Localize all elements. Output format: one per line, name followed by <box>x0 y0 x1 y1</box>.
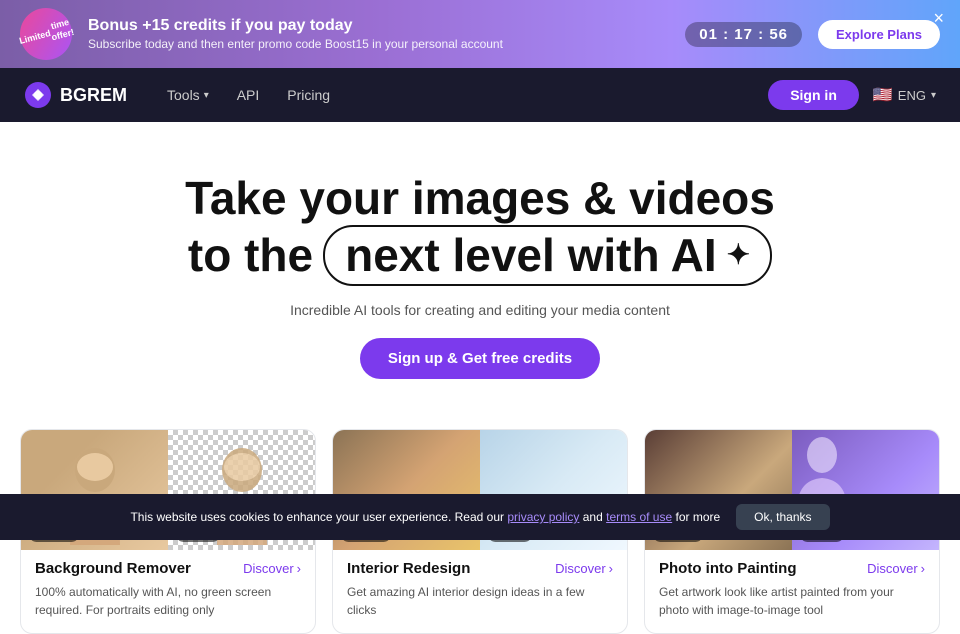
chevron-right-icon: › <box>609 561 613 576</box>
nav-tools[interactable]: Tools ▾ <box>155 81 221 109</box>
banner-close-button[interactable]: × <box>933 8 944 29</box>
cookie-accept-button[interactable]: Ok, thanks <box>736 504 829 530</box>
hero-highlight-box: next level with AI ✦ <box>323 225 772 286</box>
card-body: Background Remover Discover › 100% autom… <box>21 550 315 633</box>
hero-line2: to the next level with AI ✦ <box>20 225 940 286</box>
chevron-right-icon: › <box>921 561 925 576</box>
card-title: Photo into Painting <box>659 560 796 577</box>
signin-button[interactable]: Sign in <box>768 80 859 110</box>
card-body: Photo into Painting Discover › Get artwo… <box>645 550 939 633</box>
nav-links: Tools ▾ API Pricing <box>155 81 342 109</box>
card-title: Interior Redesign <box>347 560 470 577</box>
flag-icon: 🇺🇸 <box>873 85 893 105</box>
signup-button[interactable]: Sign up & Get free credits <box>360 338 600 379</box>
cookie-text: This website uses cookies to enhance you… <box>130 510 720 524</box>
card-title: Background Remover <box>35 560 191 577</box>
nav-api[interactable]: API <box>225 81 272 109</box>
hero-section: Take your images & videos to the next le… <box>0 122 960 409</box>
discover-link[interactable]: Discover › <box>243 561 301 576</box>
logo[interactable]: BGREM <box>24 81 127 109</box>
card-description: 100% automatically with AI, no green scr… <box>35 583 301 619</box>
card-description: Get amazing AI interior design ideas in … <box>347 583 613 619</box>
lang-chevron-icon: ▾ <box>931 90 936 101</box>
card-body: Interior Redesign Discover › Get amazing… <box>333 550 627 633</box>
banner-text-block: Bonus +15 credits if you pay today Subsc… <box>88 17 669 51</box>
banner-subtitle: Subscribe today and then enter promo cod… <box>88 37 669 51</box>
countdown-timer: 01 : 17 : 56 <box>685 22 802 47</box>
chevron-right-icon: › <box>297 561 301 576</box>
banner-title: Bonus +15 credits if you pay today <box>88 17 669 35</box>
ai-sparkle-icon: ✦ <box>727 239 750 271</box>
explore-plans-button[interactable]: Explore Plans <box>818 20 940 49</box>
card-description: Get artwork look like artist painted fro… <box>659 583 925 619</box>
hero-subtitle: Incredible AI tools for creating and edi… <box>20 302 940 318</box>
terms-of-use-link[interactable]: terms of use <box>606 510 672 524</box>
main-nav: BGREM Tools ▾ API Pricing Sign in 🇺🇸 ENG… <box>0 68 960 122</box>
tools-chevron-icon: ▾ <box>204 90 209 101</box>
cookie-banner: This website uses cookies to enhance you… <box>0 494 960 540</box>
promo-banner: Limited time offer! Bonus +15 credits if… <box>0 0 960 68</box>
discover-link[interactable]: Discover › <box>555 561 613 576</box>
hero-line2-prefix: to the <box>188 229 313 282</box>
hero-line1: Take your images & videos <box>20 172 940 225</box>
language-selector[interactable]: 🇺🇸 ENG ▾ <box>873 85 936 105</box>
privacy-policy-link[interactable]: privacy policy <box>507 510 579 524</box>
hero-highlight-text: next level with AI <box>345 229 717 282</box>
discover-link[interactable]: Discover › <box>867 561 925 576</box>
limited-offer-badge: Limited time offer! <box>14 2 78 66</box>
logo-icon <box>24 81 52 109</box>
nav-pricing[interactable]: Pricing <box>275 81 342 109</box>
logo-text: BGREM <box>60 85 127 106</box>
